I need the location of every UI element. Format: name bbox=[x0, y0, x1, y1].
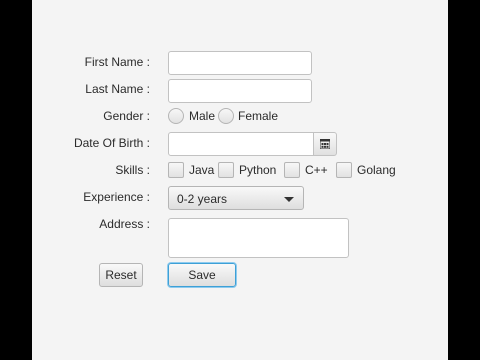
gender-male-radio[interactable] bbox=[168, 108, 184, 124]
save-button[interactable]: Save bbox=[168, 263, 236, 287]
skill-java-label: Java bbox=[189, 163, 215, 177]
skills-label: Skills : bbox=[115, 163, 150, 177]
skill-java-checkbox[interactable] bbox=[168, 162, 184, 178]
chevron-down-icon bbox=[284, 197, 294, 202]
skill-golang-label: Golang bbox=[357, 163, 396, 177]
experience-label: Experience : bbox=[83, 190, 150, 204]
skill-cpp-label: C++ bbox=[305, 163, 328, 177]
skill-golang-checkbox[interactable] bbox=[336, 162, 352, 178]
skill-cpp-checkbox[interactable] bbox=[284, 162, 300, 178]
date-picker-button[interactable] bbox=[313, 132, 337, 156]
gender-male-label: Male bbox=[189, 109, 216, 123]
experience-dropdown[interactable]: 0-2 years bbox=[168, 186, 304, 210]
gender-label: Gender : bbox=[103, 109, 150, 123]
experience-selected-value: 0-2 years bbox=[177, 192, 228, 206]
gender-female-label: Female bbox=[238, 109, 279, 123]
skill-python-checkbox[interactable] bbox=[218, 162, 234, 178]
skill-python-label: Python bbox=[239, 163, 277, 177]
registration-form-window: First Name : Last Name : Gender : Male F… bbox=[32, 0, 448, 360]
calendar-icon bbox=[320, 139, 330, 149]
last-name-field[interactable] bbox=[168, 79, 312, 103]
first-name-field[interactable] bbox=[168, 51, 312, 75]
date-of-birth-label: Date Of Birth : bbox=[73, 136, 150, 150]
first-name-label: First Name : bbox=[84, 55, 150, 69]
reset-button[interactable]: Reset bbox=[99, 263, 143, 287]
last-name-label: Last Name : bbox=[85, 82, 150, 96]
date-of-birth-field[interactable] bbox=[168, 132, 314, 156]
gender-female-radio[interactable] bbox=[218, 108, 234, 124]
address-textarea[interactable] bbox=[168, 218, 349, 258]
address-label: Address : bbox=[99, 217, 150, 231]
